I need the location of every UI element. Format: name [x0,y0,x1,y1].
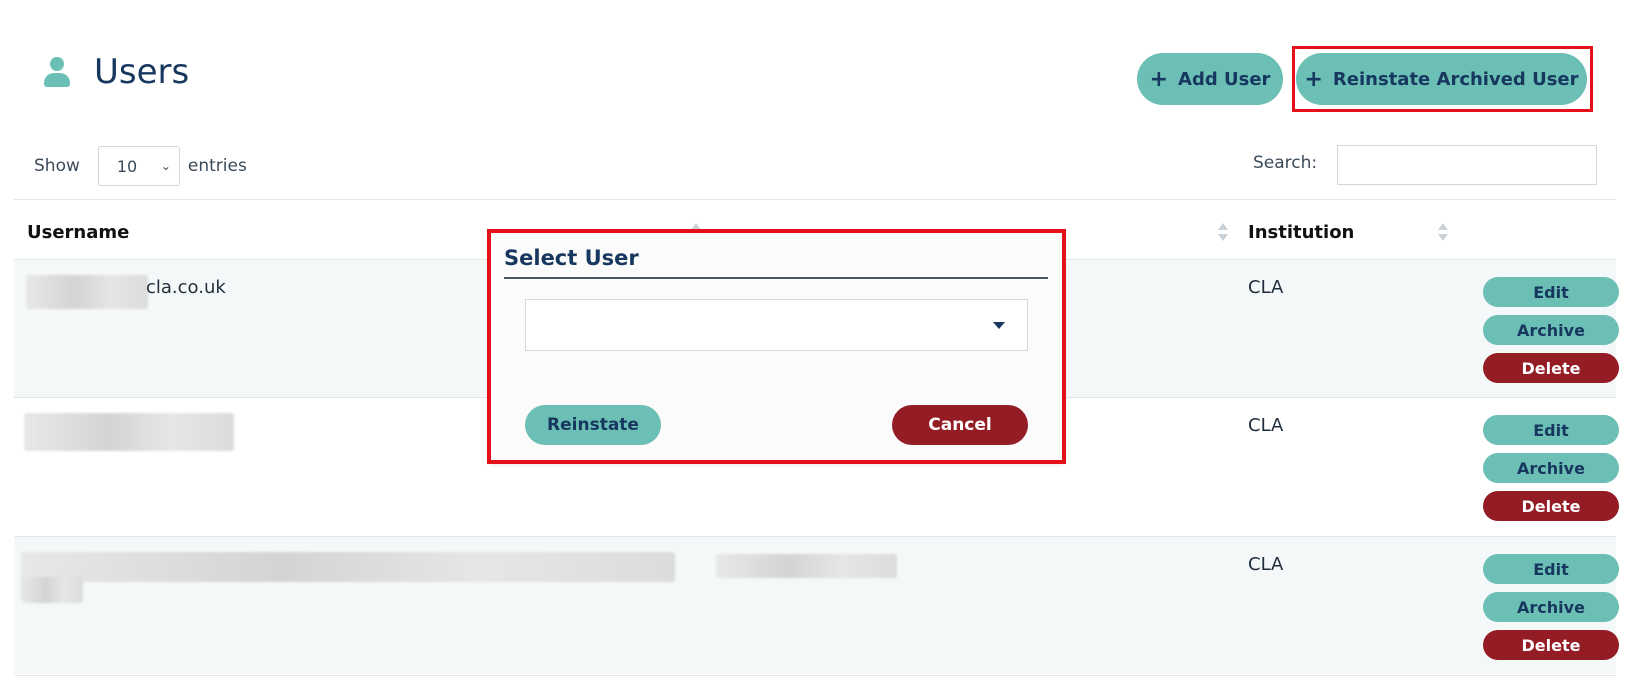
entries-select[interactable]: 10 ⌄ [97,146,180,186]
edit-button[interactable]: Edit [1483,554,1619,584]
user-icon [42,55,72,89]
column-header-username[interactable]: Username [27,222,129,243]
highlight-box [487,229,1066,464]
divider [14,199,1616,200]
add-user-button[interactable]: + Add User [1137,53,1283,105]
sort-icon[interactable] [1438,223,1448,243]
search-input[interactable] [1337,145,1597,185]
redacted-text [21,577,83,603]
delete-button[interactable]: Delete [1483,630,1619,660]
redacted-text [21,552,675,582]
redacted-text [716,554,897,578]
institution-cell: CLA [1248,277,1284,298]
entries-select-value: 10 [116,156,138,176]
sort-icon[interactable] [1218,223,1228,243]
delete-button[interactable]: Delete [1483,353,1619,383]
edit-button[interactable]: Edit [1483,415,1619,445]
page-title-text: Users [94,52,190,92]
table-row: CLA Edit Archive Delete [14,537,1619,674]
length-control: Show 10 ⌄ entries [34,146,247,186]
search-label: Search: [1253,153,1318,173]
username-cell: cla.co.uk [146,277,226,298]
add-user-label: Add User [1178,68,1271,90]
institution-cell: CLA [1248,554,1284,575]
entries-label: entries [187,156,247,176]
chevron-down-icon: ⌄ [160,159,171,173]
plus-icon: + [1149,66,1169,92]
highlight-box [1292,46,1593,112]
archive-button[interactable]: Archive [1483,592,1619,622]
redacted-text [24,413,234,451]
show-label: Show [34,156,80,176]
delete-button[interactable]: Delete [1483,491,1619,521]
archive-button[interactable]: Archive [1483,315,1619,345]
edit-button[interactable]: Edit [1483,277,1619,307]
column-header-institution[interactable]: Institution [1248,222,1354,243]
archive-button[interactable]: Archive [1483,453,1619,483]
redacted-text [26,275,148,309]
page-title: Users [42,52,189,92]
divider [14,675,1616,676]
institution-cell: CLA [1248,415,1284,436]
